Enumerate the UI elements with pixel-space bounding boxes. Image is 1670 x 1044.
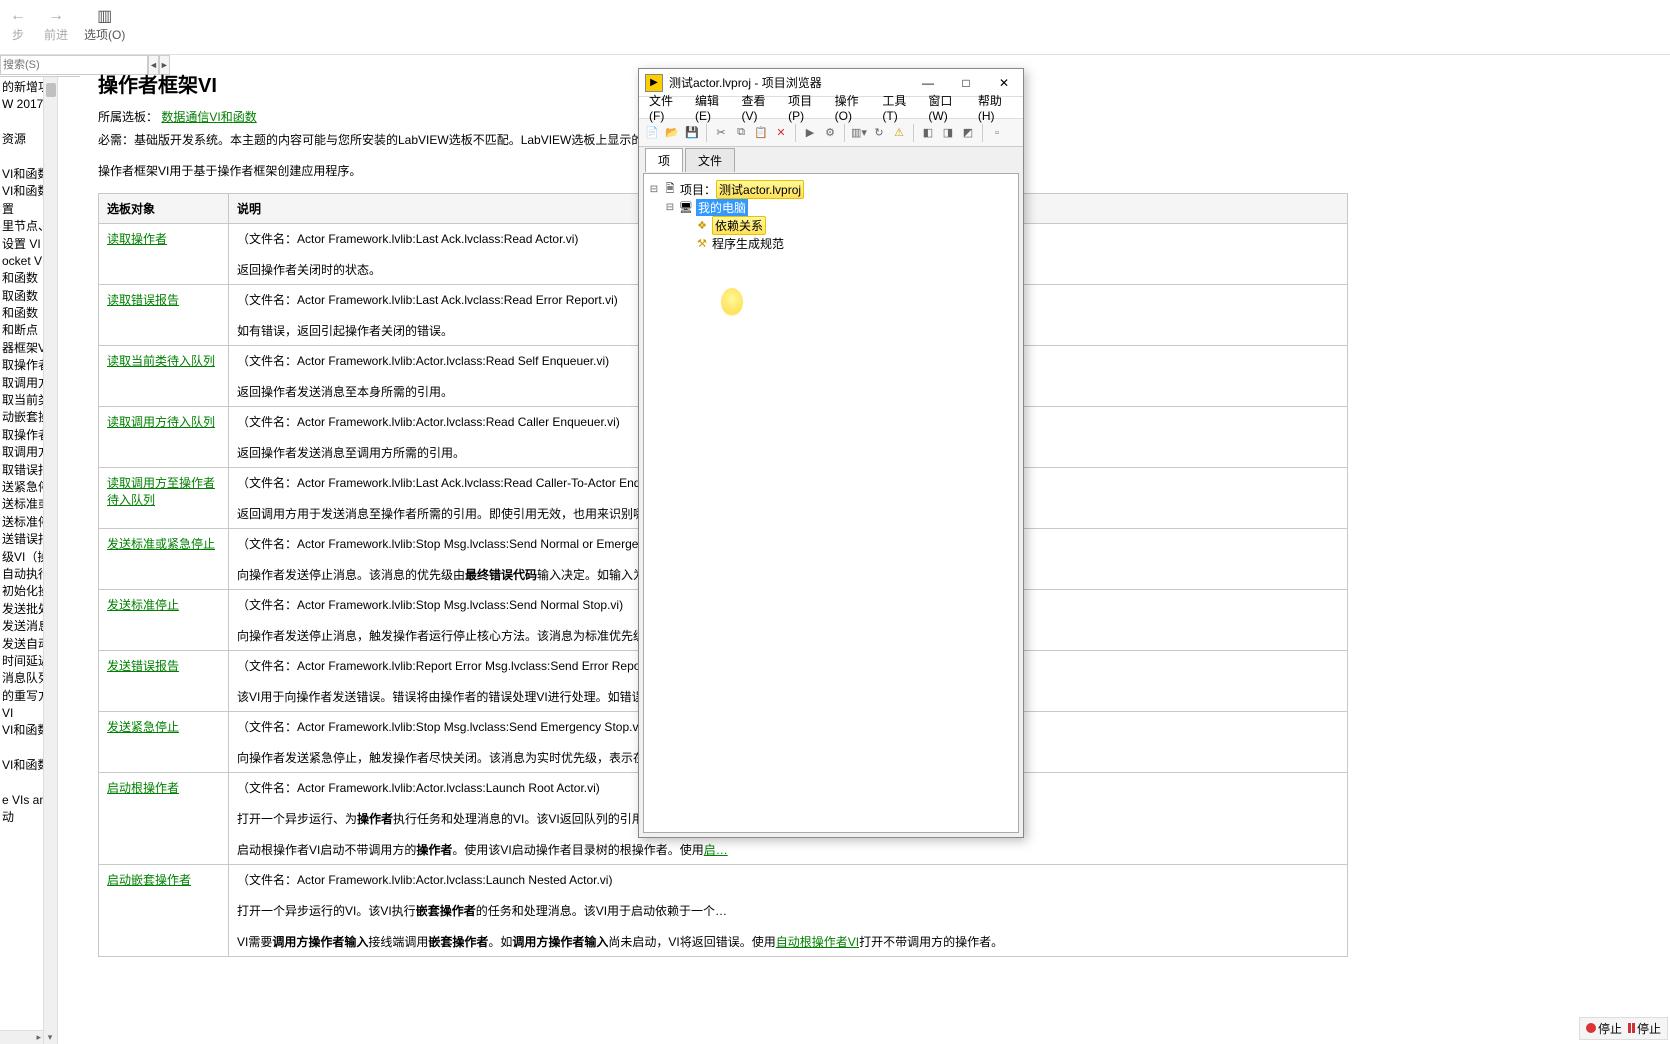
page-icon: ▥ <box>95 6 115 26</box>
more-icon[interactable]: ▫ <box>988 124 1006 142</box>
vi-link[interactable]: 发送标准停止 <box>107 598 179 612</box>
sep <box>706 124 707 142</box>
pause-button[interactable]: 停止 <box>1628 1020 1661 1037</box>
vi-description: （文件名：Actor Framework.lvlib:Actor.lvclass… <box>229 865 1348 957</box>
owning-label: 所属选板： <box>98 110 158 124</box>
tab-items[interactable]: 项 <box>645 148 683 172</box>
stop-button[interactable]: 停止 <box>1586 1020 1622 1037</box>
arrow-right-icon: → <box>46 6 66 26</box>
options-button[interactable]: ▥ 选项(O) <box>76 4 133 45</box>
my-computer-label: 我的电脑 <box>696 199 748 216</box>
record-dot-icon <box>1586 1023 1596 1033</box>
th-object: 选板对象 <box>99 194 229 224</box>
pause-bars-icon <box>1628 1023 1635 1033</box>
arrow-left-icon: ← <box>8 6 28 26</box>
index-sidebar: 的新增功能及W 2017 资源 VI和函数VI和函数置里节点、VI和设置 VIo… <box>0 77 58 1044</box>
vi-link[interactable]: 读取错误报告 <box>107 293 179 307</box>
menu-item[interactable]: 文件(F) <box>643 90 689 125</box>
vi-link[interactable]: 发送标准或紧急停止 <box>107 537 215 551</box>
filter1-icon[interactable]: ◧ <box>919 124 937 142</box>
labview-app-icon: ▶ <box>645 74 663 92</box>
vi-link[interactable]: 启动根操作者 <box>107 781 179 795</box>
tree-root[interactable]: ⊟ 🗎 项目： 测试actor.lvproj <box>648 180 1014 198</box>
sep <box>795 124 796 142</box>
cut-icon[interactable]: ✂ <box>712 124 730 142</box>
tab-files[interactable]: 文件 <box>685 148 735 172</box>
delete-icon[interactable]: ✕ <box>772 124 790 142</box>
build-label: 程序生成规范 <box>712 235 784 252</box>
build-icon[interactable]: ⚙ <box>821 124 839 142</box>
menu-item[interactable]: 编辑(E) <box>689 90 736 125</box>
back-label: 步 <box>12 26 24 43</box>
collapse-icon[interactable]: ⊟ <box>648 184 660 195</box>
menubar[interactable]: 文件(F)编辑(E)查看(V)项目(P)操作(O)工具(T)窗口(W)帮助(H) <box>639 97 1023 119</box>
menu-item[interactable]: 工具(T) <box>876 90 922 125</box>
cursor-highlight-icon <box>721 288 743 316</box>
filter2-icon[interactable]: ◨ <box>939 124 957 142</box>
vi-link[interactable]: 发送紧急停止 <box>107 720 179 734</box>
paste-icon[interactable]: 📋 <box>752 124 770 142</box>
sidebar-hscroll[interactable]: ▸ <box>0 1030 43 1044</box>
view-tabs: 项 文件 <box>639 147 1023 171</box>
project-tree[interactable]: ⊟ 🗎 项目： 测试actor.lvproj ⊟ 🖥 我的电脑 ❖ 依赖关系 ⚒… <box>643 173 1019 833</box>
vi-link[interactable]: 启动嵌套操作者 <box>107 873 191 887</box>
menu-item[interactable]: 窗口(W) <box>922 90 971 125</box>
save-icon[interactable]: 💾 <box>683 124 701 142</box>
menu-item[interactable]: 帮助(H) <box>972 90 1019 125</box>
vi-link[interactable]: 读取调用方至操作者待入队列 <box>107 476 215 507</box>
vi-link[interactable]: 发送错误报告 <box>107 659 179 673</box>
sep <box>913 124 914 142</box>
root-prefix: 项目： <box>680 181 716 198</box>
forward-label: 前进 <box>44 26 68 43</box>
tree-my-computer[interactable]: ⊟ 🖥 我的电脑 <box>648 198 1014 216</box>
build-icon: ⚒ <box>694 236 710 250</box>
inline-link[interactable]: 启… <box>704 843 728 857</box>
vi-link[interactable]: 读取调用方待入队列 <box>107 415 215 429</box>
refresh-icon[interactable]: ↻ <box>870 124 888 142</box>
project-explorer-window: ▶ 测试actor.lvproj - 项目浏览器 — □ ✕ 文件(F)编辑(E… <box>638 68 1024 838</box>
tree-build-specs[interactable]: ⚒ 程序生成规范 <box>648 234 1014 252</box>
copy-icon[interactable]: ⧉ <box>732 124 750 142</box>
forward-button[interactable]: → 前进 <box>36 4 76 45</box>
dependencies-icon: ❖ <box>694 218 710 232</box>
scrollbar-down-icon[interactable]: ▾ <box>43 1030 57 1044</box>
tree-dependencies[interactable]: ❖ 依赖关系 <box>648 216 1014 234</box>
back-button[interactable]: ← 步 <box>0 4 36 45</box>
menu-item[interactable]: 操作(O) <box>829 90 877 125</box>
props-icon[interactable]: ▥▾ <box>850 124 868 142</box>
owning-link[interactable]: 数据通信VI和函数 <box>161 110 256 124</box>
menu-item[interactable]: 项目(P) <box>782 90 829 125</box>
root-name-highlight: 测试actor.lvproj <box>716 180 804 199</box>
sidebar-scrollbar[interactable]: ▾ <box>43 77 57 1044</box>
vi-link[interactable]: 读取操作者 <box>107 232 167 246</box>
warn-icon[interactable]: ⚠ <box>890 124 908 142</box>
scrollbar-thumb[interactable] <box>46 83 56 97</box>
filter3-icon[interactable]: ◩ <box>959 124 977 142</box>
table-row: 启动嵌套操作者 （文件名：Actor Framework.lvlib:Actor.… <box>99 865 1348 957</box>
vi-link[interactable]: 读取当前类待入队列 <box>107 354 215 368</box>
open-icon[interactable]: 📂 <box>663 124 681 142</box>
collapse-icon[interactable]: ⊟ <box>664 202 676 213</box>
new-icon[interactable]: 📄 <box>643 124 661 142</box>
index-search-strip: ◄ ► <box>0 55 80 77</box>
toolbar: 📄 📂 💾 ✂ ⧉ 📋 ✕ ▶ ⚙ ▥▾ ↻ ⚠ ◧ ◨ ◩ ▫ <box>639 119 1023 147</box>
inline-link[interactable]: 自动根操作者VI <box>776 935 859 949</box>
window-title: 测试actor.lvproj - 项目浏览器 <box>669 74 909 91</box>
computer-icon: 🖥 <box>678 200 694 214</box>
dependencies-label: 依赖关系 <box>712 216 766 235</box>
options-label: 选项(O) <box>84 26 125 43</box>
project-icon: 🗎 <box>662 182 678 196</box>
recording-status-bar: 停止 停止 <box>1579 1017 1668 1040</box>
sep <box>982 124 983 142</box>
menu-item[interactable]: 查看(V) <box>736 90 783 125</box>
sep <box>844 124 845 142</box>
help-top-toolbar: ← 步 → 前进 ▥ 选项(O) <box>0 0 1670 55</box>
run-icon[interactable]: ▶ <box>801 124 819 142</box>
